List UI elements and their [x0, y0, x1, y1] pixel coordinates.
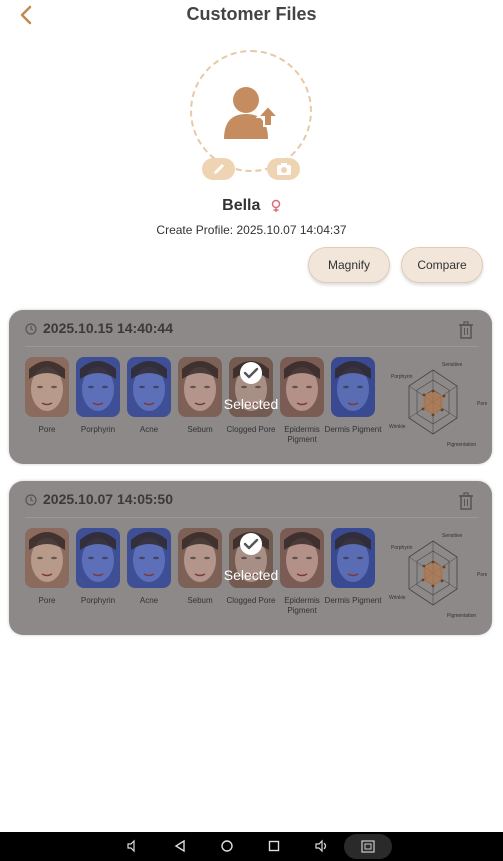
- radar-label-bottom: Pigmentation: [447, 442, 476, 448]
- record-card[interactable]: 2025.10.07 14:05:50 Pore Porphyrin Acne Sebu…: [9, 481, 492, 635]
- create-profile-date: 2025.10.07 14:04:37: [236, 223, 347, 237]
- face-image: [76, 528, 120, 588]
- analysis-thumbnail[interactable]: [331, 357, 375, 417]
- compare-button[interactable]: Compare: [401, 247, 483, 283]
- system-nav-bar: [0, 832, 503, 861]
- face-image: [178, 357, 222, 417]
- face-image: [331, 528, 375, 588]
- magnify-button[interactable]: Magnify: [308, 247, 390, 283]
- radar-label-left: Wrinkle: [389, 424, 406, 430]
- radar-label-left-top: Porphyrin: [391, 374, 413, 380]
- face-image: [280, 357, 324, 417]
- face-image: [127, 528, 171, 588]
- thumbnail-label: Dermis Pigment: [324, 425, 382, 434]
- face-image: [127, 357, 171, 417]
- page-title: Customer Files: [186, 4, 317, 24]
- face-image: [76, 357, 120, 417]
- radar-label-right: Pore: [477, 572, 487, 578]
- analysis-thumbnail[interactable]: [25, 357, 69, 417]
- avatar-upload[interactable]: [190, 50, 312, 172]
- check-circle-icon: [240, 362, 262, 384]
- screenshot-icon: [361, 840, 375, 853]
- selected-label: Selected: [223, 567, 279, 583]
- radar-label-top: Sensitive: [442, 362, 463, 368]
- thumbnail-label: Dermis Pigment: [324, 596, 382, 605]
- skin-radar-chart: Sensitive Porphyrin Pore Wrinkle Pigmentatio…: [389, 533, 487, 619]
- record-timestamp: 2025.10.07 14:05:50: [43, 491, 173, 507]
- analysis-thumbnail[interactable]: [76, 357, 120, 417]
- selected-label: Selected: [223, 396, 279, 412]
- clock-icon: [25, 323, 37, 335]
- pencil-icon: [213, 164, 224, 174]
- back-nav-icon[interactable]: [173, 839, 187, 853]
- trash-icon[interactable]: [458, 492, 474, 510]
- selected-overlay: Selected: [221, 361, 281, 412]
- card-divider: [25, 346, 478, 347]
- create-profile-info: Create Profile: 2025.10.07 14:04:37: [0, 223, 503, 237]
- face-image: [331, 357, 375, 417]
- camera-button[interactable]: [267, 158, 300, 180]
- recents-nav-icon[interactable]: [267, 839, 281, 853]
- face-image: [25, 528, 69, 588]
- analysis-thumbnail[interactable]: [76, 528, 120, 588]
- analysis-thumbnail[interactable]: [280, 357, 324, 417]
- face-image: [178, 528, 222, 588]
- radar-label-bottom: Pigmentation: [447, 613, 476, 619]
- radar-label-right: Pore: [477, 401, 487, 407]
- analysis-thumbnail[interactable]: [280, 528, 324, 588]
- analysis-thumbnail[interactable]: [127, 528, 171, 588]
- analysis-thumbnail[interactable]: [178, 528, 222, 588]
- radar-label-left: Wrinkle: [389, 595, 406, 601]
- screenshot-pill[interactable]: [344, 834, 392, 859]
- profile-name: Bella: [222, 197, 261, 214]
- face-image: [25, 357, 69, 417]
- clock-icon: [25, 494, 37, 506]
- face-image: [280, 528, 324, 588]
- radar-label-left-top: Porphyrin: [391, 545, 413, 551]
- analysis-thumbnail[interactable]: [127, 357, 171, 417]
- female-icon: [271, 199, 281, 212]
- create-profile-label: Create Profile:: [156, 223, 234, 237]
- selected-overlay: Selected: [221, 532, 281, 583]
- header: Customer Files: [0, 0, 503, 30]
- record-timestamp: 2025.10.15 14:40:44: [43, 320, 173, 336]
- profile-name-row: Bella: [0, 197, 503, 215]
- analysis-thumbnail[interactable]: [331, 528, 375, 588]
- skin-radar-chart: Sensitive Porphyrin Pore Wrinkle Pigmentatio…: [389, 362, 487, 448]
- camera-icon: [276, 163, 291, 175]
- user-upload-icon: [224, 87, 281, 139]
- record-card[interactable]: 2025.10.15 14:40:44 Pore Porphyrin Acne Sebu…: [9, 310, 492, 464]
- home-nav-icon[interactable]: [220, 839, 234, 853]
- volume-down-icon[interactable]: [126, 839, 140, 853]
- radar-label-top: Sensitive: [442, 533, 463, 539]
- analysis-thumbnail[interactable]: [178, 357, 222, 417]
- volume-up-icon[interactable]: [315, 839, 329, 853]
- edit-avatar-button[interactable]: [202, 158, 235, 180]
- check-circle-icon: [240, 533, 262, 555]
- trash-icon[interactable]: [458, 321, 474, 339]
- analysis-thumbnail[interactable]: [25, 528, 69, 588]
- card-divider: [25, 517, 478, 518]
